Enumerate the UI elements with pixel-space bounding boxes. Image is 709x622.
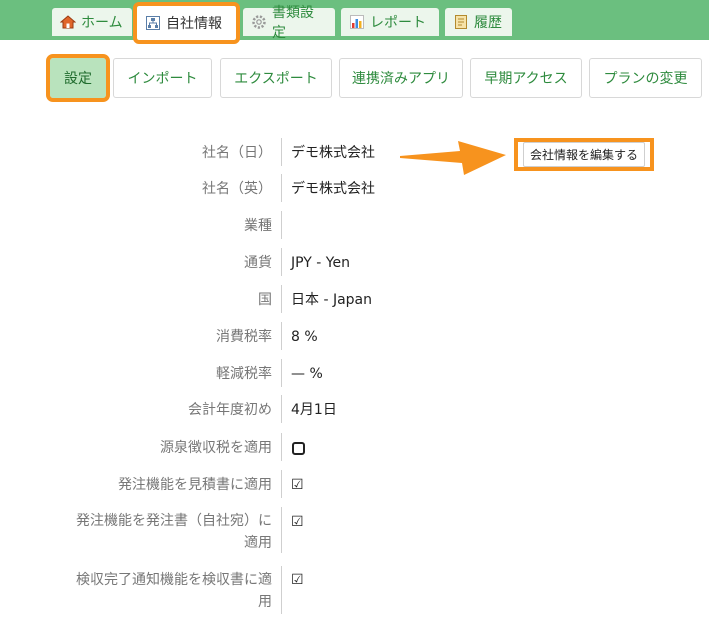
- field-value: デモ株式会社: [291, 145, 375, 161]
- edit-company-info-button[interactable]: 会社情報を編集する: [514, 138, 654, 171]
- divider: [281, 433, 282, 461]
- field-label: 国: [258, 292, 272, 308]
- home-icon: [59, 14, 77, 30]
- divider: [281, 322, 282, 350]
- divider: [281, 566, 282, 614]
- divider: [281, 285, 282, 313]
- field-label: 消費税率: [216, 329, 272, 345]
- field-value: 日本 - Japan: [291, 292, 372, 308]
- check-label: 源泉徴収税を適用: [160, 440, 272, 456]
- bar-chart-icon: [349, 14, 365, 30]
- checkbox-unchecked[interactable]: [292, 442, 305, 455]
- tab-document-settings-label: 書類設定: [272, 5, 314, 41]
- divider: [281, 395, 282, 423]
- field-label: 軽減税率: [216, 366, 272, 382]
- arrow-right-icon: [400, 141, 506, 175]
- subtab-settings[interactable]: 設定: [46, 54, 110, 102]
- check-label: 発注機能を発注書（自社宛）に: [76, 513, 272, 529]
- history-icon: [453, 14, 469, 30]
- check-label: 発注機能を見積書に適用: [118, 477, 272, 493]
- field-label: 社名（英）: [202, 181, 272, 197]
- subtab-change-plan[interactable]: プランの変更: [589, 58, 702, 98]
- gear-icon: [251, 14, 267, 30]
- tab-home-label: ホーム: [81, 15, 123, 31]
- tab-document-settings[interactable]: 書類設定: [243, 5, 335, 41]
- divider: [281, 248, 282, 276]
- field-value: — %: [291, 366, 323, 382]
- subtab-import[interactable]: インポート: [113, 58, 212, 98]
- field-label: 社名（日）: [202, 145, 272, 161]
- divider: [281, 470, 282, 498]
- tab-history-label: 履歴: [474, 15, 502, 31]
- tab-company-info[interactable]: 自社情報: [133, 2, 240, 44]
- tab-company-info-label: 自社情報: [166, 16, 222, 32]
- tab-report-label: レポート: [370, 15, 426, 31]
- tab-report[interactable]: レポート: [341, 8, 439, 36]
- field-label: 会計年度初め: [188, 402, 272, 418]
- subtab-linked-apps[interactable]: 連携済みアプリ: [339, 58, 463, 98]
- divider: [281, 507, 282, 553]
- checkbox-checked[interactable]: ☑: [291, 572, 304, 588]
- field-label: 業種: [244, 218, 272, 234]
- field-value: JPY - Yen: [291, 255, 350, 271]
- divider: [281, 174, 282, 202]
- subtab-export[interactable]: エクスポート: [220, 58, 332, 98]
- company-icon: [145, 15, 161, 31]
- divider: [281, 359, 282, 387]
- tab-history[interactable]: 履歴: [445, 8, 512, 36]
- field-label: 通貨: [244, 255, 272, 271]
- tab-home[interactable]: ホーム: [52, 8, 132, 36]
- subtab-early-access[interactable]: 早期アクセス: [470, 58, 582, 98]
- check-label: 検収完了通知機能を検収書に適: [76, 572, 272, 588]
- divider: [281, 211, 282, 239]
- field-value: 8 %: [291, 329, 318, 345]
- checkbox-checked[interactable]: ☑: [291, 477, 304, 493]
- field-value: デモ株式会社: [291, 181, 375, 197]
- check-label: 適用: [244, 535, 272, 551]
- field-value: 4月1日: [291, 402, 337, 418]
- divider: [281, 138, 282, 166]
- checkbox-checked[interactable]: ☑: [291, 514, 304, 530]
- edit-company-info-label: 会社情報を編集する: [522, 142, 645, 167]
- check-label: 用: [258, 594, 272, 610]
